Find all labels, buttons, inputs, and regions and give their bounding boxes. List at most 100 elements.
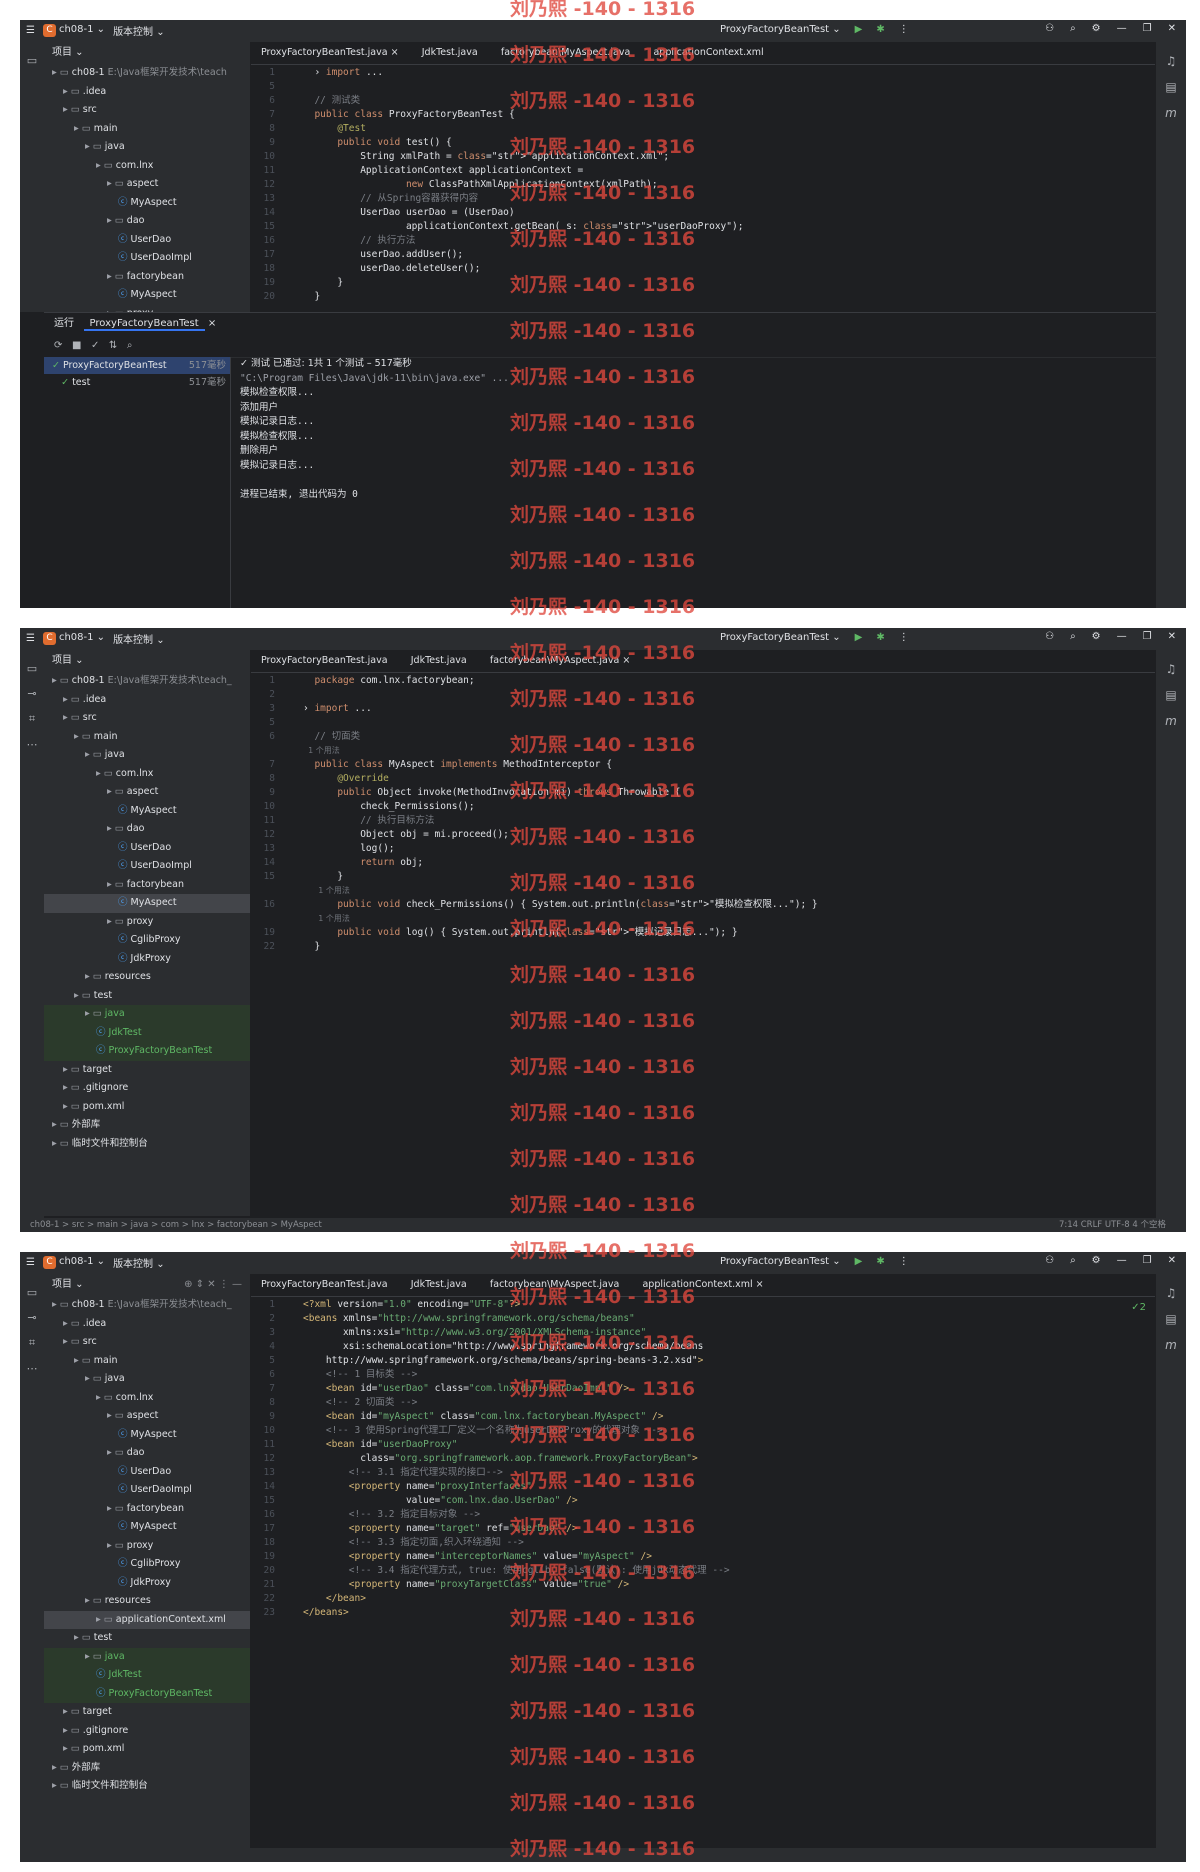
tree-item[interactable]: ▸ ▭ pom.xml [44,1098,250,1117]
vcs-icon[interactable]: ⊸ [20,1311,44,1324]
database-icon[interactable]: ▤ [1156,688,1186,702]
run-tab[interactable]: ProxyFactoryBeanTest [83,318,205,331]
tree-item[interactable]: ▸ ▭ .idea [44,83,250,102]
test-row[interactable]: ✓ test 517毫秒 [44,374,230,391]
structure-icon[interactable]: ⌗ [20,1336,44,1350]
vcs-icon[interactable]: ⊸ [20,687,44,700]
tree-item[interactable]: ▸ ▭ target [44,1703,250,1722]
tree-item[interactable]: ⓒ ProxyFactoryBeanTest [44,1042,250,1061]
notifications-icon[interactable]: ♫ [1156,1286,1186,1300]
tab-jdktest[interactable]: JdkTest.java [401,650,477,672]
tree-item[interactable]: ▸ ▭ aspect [44,175,250,194]
tree-item[interactable]: ▸ ▭ dao [44,212,250,231]
tree-item[interactable]: ▸ ▭ 临时文件和控制台 [44,1135,250,1154]
tree-item[interactable]: ▸ ▭ java [44,1370,250,1389]
sort-icon[interactable]: ⇅ [109,340,117,351]
add-user-icon[interactable]: ⚇ [1045,1255,1054,1266]
vcs-selector[interactable]: 版本控制 ⌄ [113,23,165,38]
minimize-icon[interactable]: — [1117,631,1127,642]
restore-icon[interactable]: ❐ [1143,631,1152,642]
maven-icon[interactable]: m [1156,1338,1186,1352]
restore-icon[interactable]: ❐ [1143,23,1152,34]
vcs-selector[interactable]: 版本控制 ⌄ [113,1255,165,1270]
tree-item[interactable]: ▸ ▭ main [44,1352,250,1371]
debug-icon[interactable]: ✱ [876,632,884,643]
test-row[interactable]: ✓ ProxyFactoryBeanTest 517毫秒 [44,357,230,374]
tab-jdktest[interactable]: JdkTest.java [412,42,488,64]
tree-item[interactable]: ▸ ▭ java [44,138,250,157]
settings-icon[interactable]: ⚙ [1092,631,1101,642]
tree-item[interactable]: ▸ ▭ aspect [44,783,250,802]
code-editor[interactable]: 1 <?xml version="1.0" encoding="UTF-8"?> 2… [251,1298,1156,1848]
more-tools-icon[interactable]: ⋯ [20,1362,44,1375]
tree-item[interactable]: ▸ ▭ .idea [44,1315,250,1334]
problems-indicator[interactable]: ✓2 [1131,1302,1146,1313]
tree-item[interactable]: ▸ ▭ dao [44,820,250,839]
tree-item[interactable]: ▸ ▭ ch08-1 E:\Java框架开发技术\teach [44,64,250,83]
debug-icon[interactable]: ✱ [876,24,884,35]
project-panel-header[interactable]: 项目 ⌄ [44,650,250,672]
debug-icon[interactable]: ✱ [876,1256,884,1267]
run-config-selector[interactable]: ProxyFactoryBeanTest ⌄ [720,632,841,643]
run-icon[interactable]: ▶ [855,632,863,643]
minimize-icon[interactable]: — [1117,23,1127,34]
tree-item[interactable]: ▸ ▭ java [44,746,250,765]
tree-item[interactable]: ▸ ▭ applicationContext.xml [44,1610,250,1629]
maven-icon[interactable]: m [1156,714,1186,728]
tree-item[interactable]: ⓒ UserDao [44,231,250,250]
tree-item[interactable]: ⓒ CglibProxy [44,1555,250,1574]
folder-icon[interactable]: ▭ [20,54,44,67]
settings-icon[interactable]: ⚙ [1092,23,1101,34]
tree-item[interactable]: ▸ ▭ 外部库 [44,1759,250,1778]
tab-proxyfactorybeantest[interactable]: ProxyFactoryBeanTest.java [251,1274,398,1296]
tab-proxyfactorybeantest[interactable]: ProxyFactoryBeanTest.java × [251,42,409,64]
database-icon[interactable]: ▤ [1156,1312,1186,1326]
close-icon[interactable]: ✕ [1168,631,1176,642]
status-info[interactable]: 7:14 CRLF UTF-8 4 个空格 [1059,1218,1166,1232]
project-selector[interactable]: Cch08-1 ⌄ [42,632,105,645]
tree-item[interactable]: ⓒ ProxyFactoryBeanTest [44,1684,250,1703]
tree-item[interactable]: ⓒ MyAspect [44,894,250,913]
search-icon[interactable]: ⌕ [1070,631,1076,642]
tree-item[interactable]: ▸ ▭ test [44,1629,250,1648]
tree-item[interactable]: ⓒ JdkProxy [44,1574,250,1593]
tree-item[interactable]: ⓒ UserDao [44,839,250,858]
tree-item[interactable]: ▸ ▭ com.lnx [44,765,250,784]
project-selector[interactable]: Cch08-1 ⌄ [42,24,105,37]
folder-icon[interactable]: ▭ [20,1286,44,1299]
structure-icon[interactable]: ⌗ [20,712,44,726]
tab-proxyfactorybeantest[interactable]: ProxyFactoryBeanTest.java [251,650,398,672]
rerun-icon[interactable]: ⟳ [54,340,62,351]
more-icon[interactable]: ⋮ [899,1256,909,1267]
more-icon[interactable]: ⋮ [899,24,909,35]
tree-item[interactable]: ▸ ▭ .gitignore [44,1722,250,1741]
tree-item[interactable]: ▸ ▭ src [44,1333,250,1352]
tree-item[interactable]: ▸ ▭ proxy [44,913,250,932]
tree-item[interactable]: ▸ ▭ dao [44,1444,250,1463]
tree-item[interactable]: ▸ ▭ test [44,987,250,1006]
tree-item[interactable]: ⓒ JdkTest [44,1666,250,1685]
tree-item[interactable]: ⓒ UserDaoImpl [44,1481,250,1500]
tree-item[interactable]: ⓒ MyAspect [44,802,250,821]
run-config-selector[interactable]: ProxyFactoryBeanTest ⌄ [720,1256,841,1267]
tree-item[interactable]: ▸ ▭ src [44,101,250,120]
maven-icon[interactable]: m [1156,106,1186,120]
vcs-selector[interactable]: 版本控制 ⌄ [113,631,165,646]
tree-item[interactable]: ▸ ▭ java [44,1005,250,1024]
zoom-icon[interactable]: ⌕ [127,340,133,351]
tree-item[interactable]: ▸ ▭ main [44,120,250,139]
restore-icon[interactable]: ❐ [1143,1255,1152,1266]
tab-jdktest[interactable]: JdkTest.java [401,1274,477,1296]
tree-item[interactable]: ▸ ▭ main [44,728,250,747]
tree-item[interactable]: ▸ ▭ resources [44,968,250,987]
search-icon[interactable]: ⌕ [1070,1255,1076,1266]
tree-item[interactable]: ▸ ▭ pom.xml [44,1740,250,1759]
tree-item[interactable]: ▸ ▭ factorybean [44,1500,250,1519]
tree-item[interactable]: ⓒ UserDaoImpl [44,857,250,876]
tree-item[interactable]: ▸ ▭ 外部库 [44,1116,250,1135]
code-editor[interactable]: 1 › import ... 5 6 // 测试类 7 public class Pr… [251,66,1156,312]
tree-item[interactable]: ▸ ▭ resources [44,1592,250,1611]
tree-item[interactable]: ⓒ UserDao [44,1463,250,1482]
tree-item[interactable]: ▸ ▭ ch08-1 E:\Java框架开发技术\teach_ [44,672,250,691]
project-panel-header[interactable]: 项目 ⌄ ⊕ ⇕ ✕ ⋮ — [44,1274,250,1296]
